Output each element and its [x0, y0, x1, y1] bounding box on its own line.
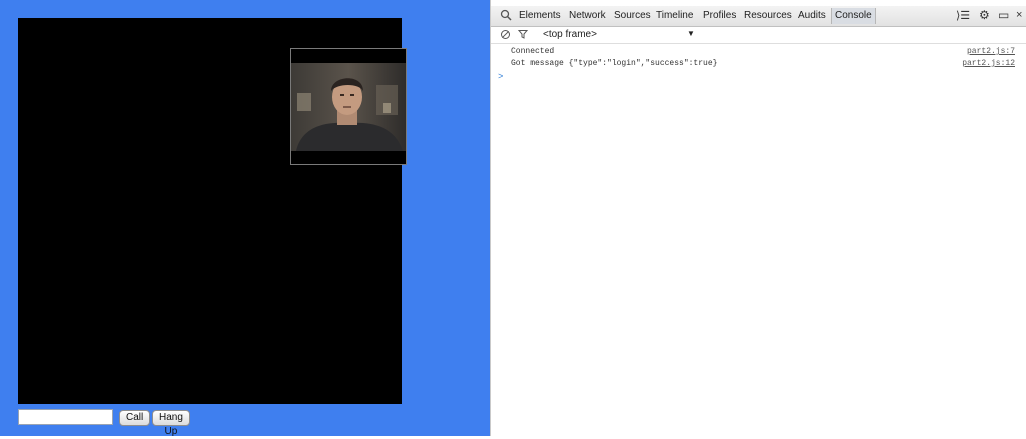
local-video-frame [291, 63, 406, 151]
console-drawer-icon[interactable]: ⟩☰ [956, 9, 970, 22]
username-input[interactable] [18, 409, 113, 425]
remote-video [18, 18, 407, 404]
tab-resources[interactable]: Resources [744, 10, 792, 21]
gear-icon[interactable]: ⚙ [979, 8, 990, 22]
console-filter-bar: <top frame> ▼ [491, 27, 1026, 44]
devtools-toolbar: Elements Network Sources Timeline Profil… [491, 6, 1026, 27]
frame-selector[interactable]: <top frame> [543, 29, 597, 40]
tab-sources[interactable]: Sources [614, 10, 651, 21]
chevron-down-icon[interactable]: ▼ [687, 29, 695, 38]
call-button[interactable]: Call [119, 410, 151, 426]
tab-console[interactable]: Console [831, 8, 876, 24]
console-message-text: Got message {"type":"login","success":tr… [511, 59, 718, 68]
hang-up-button[interactable]: Hang Up [152, 410, 190, 437]
local-video [290, 48, 407, 165]
console-message: Connected part2.js:7 [511, 46, 1019, 58]
console-source-link[interactable]: part2.js:7 [967, 46, 1015, 58]
search-icon[interactable] [500, 9, 512, 21]
devtools-panel: Elements Network Sources Timeline Profil… [491, 0, 1026, 436]
filter-icon[interactable] [518, 29, 528, 39]
tab-network[interactable]: Network [569, 10, 606, 21]
tab-audits[interactable]: Audits [798, 10, 826, 21]
dock-icon[interactable]: ▭ [998, 8, 1009, 22]
console-source-link[interactable]: part2.js:12 [962, 58, 1015, 70]
close-icon[interactable]: × [1016, 9, 1022, 21]
console-prompt[interactable]: > [498, 72, 503, 82]
console-message: Got message {"type":"login","success":tr… [511, 58, 1019, 70]
console-output: Connected part2.js:7 Got message {"type"… [491, 44, 1026, 436]
console-message-text: Connected [511, 47, 555, 56]
clear-console-icon[interactable] [501, 30, 510, 39]
webrtc-app: Call Hang Up [0, 0, 490, 437]
tab-elements[interactable]: Elements [519, 10, 561, 21]
tab-timeline[interactable]: Timeline [656, 10, 693, 21]
tab-profiles[interactable]: Profiles [703, 10, 736, 21]
